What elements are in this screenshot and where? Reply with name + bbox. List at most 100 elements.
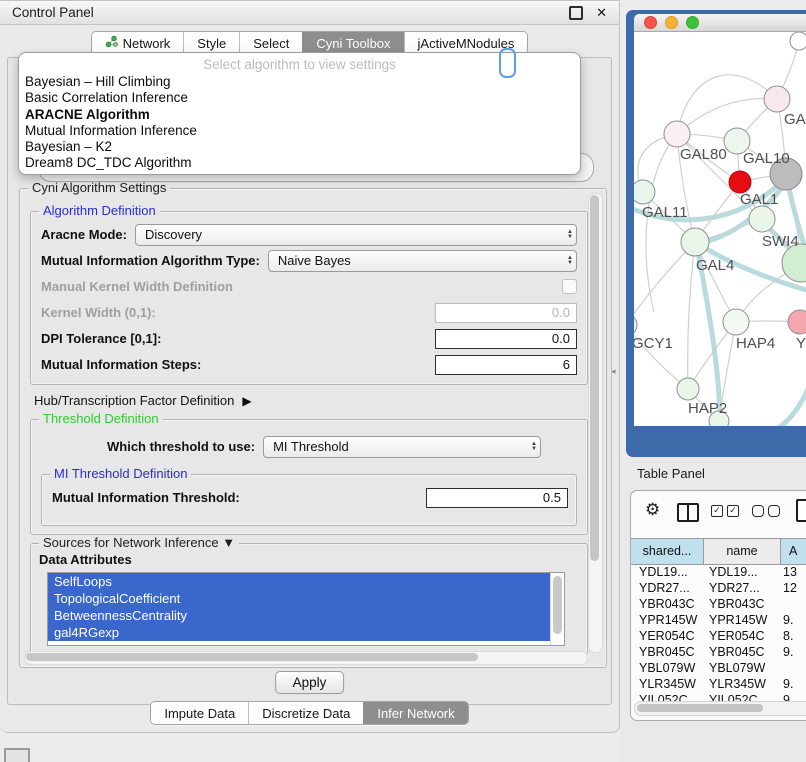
algorithm-option[interactable]: Mutual Information Inference: [19, 123, 580, 139]
manual-kernel-checkbox[interactable]: [562, 279, 577, 294]
network-view-window[interactable]: GALGAL80GAL10GAL11GAL1SWI4GAL4HAP4YGCY1H…: [626, 10, 806, 457]
unchecked-checkbox-icon[interactable]: [768, 505, 780, 517]
settings-group-title: Cyni Algorithm Settings: [28, 180, 170, 195]
collapsed-arrow-icon[interactable]: ▶: [242, 394, 251, 408]
gear-icon[interactable]: ⚙: [645, 500, 660, 520]
document-icon[interactable]: [796, 499, 806, 522]
network-node[interactable]: [634, 314, 637, 336]
tab-label: Select: [253, 36, 289, 51]
algorithm-option[interactable]: ARACNE Algorithm: [19, 107, 580, 123]
network-edge[interactable]: [677, 98, 777, 134]
table-cell: YBR043C: [631, 597, 703, 613]
network-node[interactable]: [681, 228, 709, 256]
settings-vertical-scrollbar[interactable]: [588, 193, 603, 653]
table-row[interactable]: YBR045CYBR045C9.: [631, 645, 806, 661]
table-row[interactable]: YDR27...YDR27...12: [631, 581, 806, 597]
network-node[interactable]: [729, 171, 751, 193]
table-horizontal-scrollbar[interactable]: [634, 701, 806, 716]
table-row[interactable]: YBR043CYBR043C: [631, 597, 806, 613]
settings-horizontal-scrollbar[interactable]: [24, 651, 588, 665]
column-header[interactable]: name: [704, 539, 781, 564]
column-header[interactable]: A: [781, 539, 806, 564]
desktop: Control Panel ✕ Network Style Select Cyni T…: [0, 0, 806, 762]
attribute-item[interactable]: TopologicalCoefficient: [48, 590, 551, 607]
network-tab-icon: [105, 35, 118, 51]
unchecked-checkbox-icon[interactable]: [752, 505, 764, 517]
dpi-tolerance-field[interactable]: 0.0: [435, 329, 577, 349]
mi-threshold-definition-title: MI Threshold Definition: [50, 466, 191, 481]
algorithm-option[interactable]: Bayesian – K2: [19, 139, 580, 155]
attribute-item[interactable]: SelfLoops: [48, 573, 551, 590]
checked-checkbox-icon[interactable]: ✓: [711, 505, 723, 517]
zoom-window-icon[interactable]: [686, 16, 699, 29]
mi-type-select[interactable]: Naive Bayes ▲▼: [268, 250, 577, 272]
network-edge[interactable]: [646, 134, 677, 312]
algorithm-placeholder: Select algorithm to view settings: [19, 56, 580, 74]
expanded-arrow-icon[interactable]: ▼: [222, 535, 235, 550]
network-node[interactable]: [749, 206, 775, 232]
network-edge[interactable]: [634, 242, 695, 325]
checked-checkbox-icon[interactable]: ✓: [727, 505, 739, 517]
network-node[interactable]: [790, 32, 806, 50]
tab-cyni-toolbox[interactable]: Cyni Toolbox: [302, 32, 403, 54]
mi-steps-field[interactable]: 6: [435, 355, 577, 375]
attribute-item[interactable]: gal4RGexp: [48, 624, 551, 641]
close-panel-icon[interactable]: ✕: [596, 8, 607, 18]
network-node[interactable]: [788, 310, 806, 334]
table-row[interactable]: YER054CYER054C8.: [631, 629, 806, 645]
network-graph[interactable]: GALGAL80GAL10GAL11GAL1SWI4GAL4HAP4YGCY1H…: [634, 32, 806, 426]
table-row[interactable]: YLR345WYLR345W9.: [631, 677, 806, 693]
network-node[interactable]: [634, 180, 655, 204]
tab-select[interactable]: Select: [239, 32, 302, 54]
tab-infer-network[interactable]: Infer Network: [363, 702, 467, 724]
scrollbar-thumb[interactable]: [590, 195, 599, 561]
network-canvas[interactable]: GALGAL80GAL10GAL11GAL1SWI4GAL4HAP4YGCY1H…: [634, 32, 806, 426]
algorithm-option[interactable]: Dream8 DC_TDC Algorithm: [19, 155, 580, 171]
network-node[interactable]: [723, 309, 749, 335]
network-window-titlebar[interactable]: [634, 14, 806, 32]
which-threshold-row: Which threshold to use: MI Threshold ▲▼: [107, 436, 541, 457]
network-node[interactable]: [764, 86, 790, 112]
scrollbar-thumb[interactable]: [26, 653, 478, 661]
column-header[interactable]: shared...: [631, 539, 704, 564]
mi-threshold-field[interactable]: 0.5: [426, 488, 568, 508]
network-edge[interactable]: [688, 242, 695, 389]
data-attributes-list[interactable]: SelfLoopsTopologicalCoefficientBetweenne…: [47, 572, 565, 646]
which-threshold-value: MI Threshold: [273, 439, 349, 454]
aracne-mode-select[interactable]: Discovery ▲▼: [135, 224, 577, 246]
attribute-item[interactable]: BetweennessCentrality: [48, 607, 551, 624]
kernel-width-field[interactable]: 0.0: [435, 303, 577, 323]
close-window-icon[interactable]: [644, 16, 657, 29]
table-row[interactable]: YPR145WYPR145W9.: [631, 613, 806, 629]
minimized-panel-icon[interactable]: [4, 748, 30, 762]
control-panel-titlebar[interactable]: Control Panel ✕: [0, 1, 619, 25]
float-window-icon[interactable]: [569, 6, 583, 20]
tab-network[interactable]: Network: [92, 32, 184, 54]
table-panel-title: Table Panel: [637, 466, 705, 481]
algorithm-option[interactable]: Basic Correlation Inference: [19, 90, 580, 106]
scrollbar-thumb[interactable]: [637, 704, 763, 712]
tab-discretize-data[interactable]: Discretize Data: [248, 702, 363, 724]
algorithm-definition-title: Algorithm Definition: [39, 203, 160, 218]
scrollbar-thumb[interactable]: [553, 576, 562, 634]
network-node[interactable]: [664, 121, 690, 147]
mi-type-row: Mutual Information Algorithm Type: Naive…: [41, 250, 577, 271]
hub-definition-toggle[interactable]: Hub/Transcription Factor Definition ▶: [34, 393, 252, 408]
table-row[interactable]: YBL079WYBL079W: [631, 661, 806, 677]
algorithm-option[interactable]: Bayesian – Hill Climbing: [19, 74, 580, 90]
table-row[interactable]: YDL19...YDL19...13: [631, 565, 806, 581]
columns-icon[interactable]: [677, 503, 699, 522]
network-node[interactable]: [677, 378, 699, 400]
tab-style[interactable]: Style: [183, 32, 239, 54]
tab-label: Style: [197, 36, 226, 51]
tab-impute-data[interactable]: Impute Data: [151, 702, 248, 724]
titlebar-buttons: ✕: [569, 6, 607, 20]
minimize-window-icon[interactable]: [665, 16, 678, 29]
which-threshold-select[interactable]: MI Threshold ▲▼: [263, 436, 541, 458]
apply-button[interactable]: Apply: [275, 671, 345, 694]
threshold-definition-title: Threshold Definition: [39, 411, 163, 426]
network-edge[interactable]: [750, 384, 806, 426]
splitter-collapse-icon[interactable]: ◂: [611, 366, 616, 377]
attributes-scrollbar[interactable]: [550, 573, 564, 645]
data-attributes-label: Data Attributes: [39, 552, 132, 567]
